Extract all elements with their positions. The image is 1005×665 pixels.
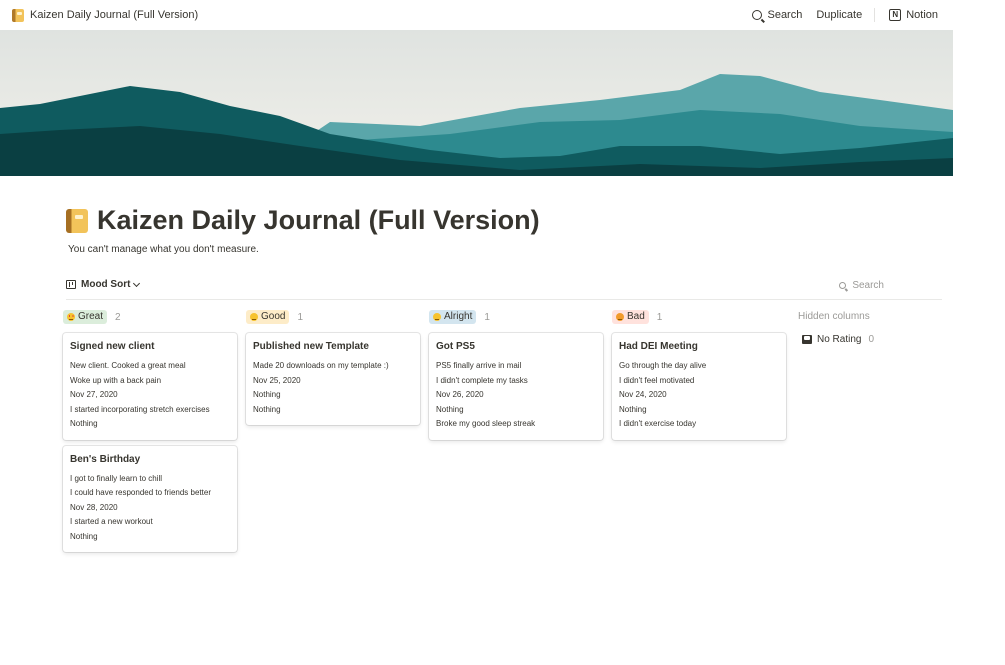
- card-property: I got to finally learn to chill: [70, 473, 163, 483]
- cover-image: [0, 30, 953, 176]
- notion-button-label: Notion: [906, 9, 938, 21]
- card-title: Had DEI Meeting: [619, 341, 698, 352]
- column-label: Good: [261, 311, 286, 322]
- column-count: 1: [484, 311, 490, 323]
- smile-emoji-icon: [250, 313, 258, 321]
- breadcrumb[interactable]: Kaizen Daily Journal (Full Version): [12, 8, 199, 22]
- card-property: Nothing: [70, 531, 98, 541]
- heart-eyes-emoji-icon: [67, 313, 75, 321]
- card-property: Nothing: [253, 404, 281, 414]
- column-label: Great: [78, 311, 104, 322]
- neutral-face-emoji-icon: [433, 313, 441, 321]
- card-title: Published new Template: [253, 341, 369, 352]
- card-property: Nothing: [253, 390, 281, 399]
- column-tag-great[interactable]: Great: [63, 310, 108, 324]
- column-count: 1: [297, 311, 304, 323]
- board-card[interactable]: Signed new client New client. Cooked a g…: [63, 333, 237, 440]
- card-property: New client. Cooked a great meal: [70, 361, 186, 370]
- card-property: I didn't complete my tasks: [436, 375, 528, 385]
- view-selector[interactable]: Mood Sort: [66, 279, 141, 290]
- breadcrumb-title: Kaizen Daily Journal (Full Version): [30, 9, 199, 21]
- board-card[interactable]: Ben's Birthday I got to finally learn to…: [63, 445, 237, 552]
- card-property: I started incorporating stretch exercise…: [70, 404, 210, 414]
- divider: [874, 8, 876, 22]
- duplicate-button-label: Duplicate: [816, 9, 863, 21]
- board-column-good: Good 1 Published new Template Made 20 do…: [246, 310, 420, 431]
- page-header: Kaizen Daily Journal (Full Version): [66, 205, 540, 236]
- search-button[interactable]: Search: [748, 9, 806, 21]
- card-property: Nov 25, 2020: [253, 375, 301, 385]
- frown-emoji-icon: [616, 313, 624, 321]
- board-view-icon: [66, 280, 76, 289]
- card-property: I didn't exercise today: [619, 419, 697, 428]
- card-property: Nothing: [619, 404, 647, 414]
- column-tag-good[interactable]: Good: [246, 310, 290, 324]
- card-property: I didn't feel motivated: [619, 375, 695, 385]
- journal-icon: [12, 8, 24, 22]
- card-property: Nothing: [436, 404, 464, 414]
- view-name: Mood Sort: [81, 279, 131, 290]
- board-column-great: Great 2 Signed new client New client. Co…: [63, 310, 237, 558]
- view-search-button[interactable]: Search: [839, 280, 884, 291]
- card-property: Broke my good sleep streak: [436, 419, 536, 428]
- card-property: Go through the day alive: [619, 361, 707, 370]
- card-property: Nov 24, 2020: [619, 390, 667, 399]
- board-card[interactable]: Had DEI Meeting Go through the day alive…: [612, 333, 786, 440]
- card-property: Made 20 downloads on my template :): [253, 361, 389, 370]
- board-column-alright: Alright 1 Got PS5 PS5 finally arrive in …: [429, 310, 603, 446]
- column-count: 2: [115, 311, 121, 323]
- card-property: I started a new workout: [70, 517, 153, 526]
- card-property: I could have responded to friends better: [70, 488, 211, 497]
- chevron-down-icon: [133, 279, 141, 287]
- view-bar: Mood Sort Search: [66, 276, 942, 300]
- notion-logo-icon: N: [889, 9, 902, 21]
- inbox-icon: [802, 335, 812, 344]
- search-icon: [839, 282, 847, 289]
- column-label: Alright: [444, 311, 473, 322]
- column-tag-alright[interactable]: Alright: [429, 310, 477, 324]
- notion-button[interactable]: N Notion: [885, 9, 942, 21]
- card-title: Got PS5: [436, 341, 475, 352]
- view-search-label: Search: [852, 280, 884, 291]
- hidden-column-count: 0: [868, 334, 875, 345]
- search-icon: [752, 10, 763, 20]
- card-property: Nothing: [70, 419, 98, 428]
- card-property: Nov 28, 2020: [70, 502, 118, 512]
- duplicate-button[interactable]: Duplicate: [812, 9, 866, 21]
- board-card[interactable]: Published new Template Made 20 downloads…: [246, 333, 420, 425]
- card-title: Signed new client: [70, 341, 155, 352]
- hidden-columns: Hidden columns No Rating 0: [798, 310, 938, 345]
- card-property: Nov 27, 2020: [70, 390, 118, 399]
- search-button-label: Search: [767, 9, 803, 21]
- card-property: Nov 26, 2020: [436, 390, 484, 399]
- column-tag-bad[interactable]: Bad: [612, 310, 649, 324]
- hidden-column-no-rating[interactable]: No Rating 0: [798, 334, 938, 345]
- page-title[interactable]: Kaizen Daily Journal (Full Version): [97, 205, 540, 236]
- journal-icon[interactable]: [66, 208, 88, 233]
- page-description[interactable]: You can't manage what you don't measure.: [68, 244, 259, 255]
- board-column-bad: Bad 1 Had DEI Meeting Go through the day…: [612, 310, 786, 446]
- card-property: PS5 finally arrive in mail: [436, 361, 522, 370]
- hidden-column-label: No Rating: [817, 334, 862, 345]
- top-bar: Kaizen Daily Journal (Full Version) Sear…: [0, 0, 1005, 30]
- board-card[interactable]: Got PS5 PS5 finally arrive in mail I did…: [429, 333, 603, 440]
- card-title: Ben's Birthday: [70, 453, 141, 465]
- hidden-columns-label: Hidden columns: [798, 311, 870, 322]
- card-property: Woke up with a back pain: [70, 375, 162, 385]
- column-count: 1: [656, 311, 663, 323]
- column-label: Bad: [627, 311, 645, 322]
